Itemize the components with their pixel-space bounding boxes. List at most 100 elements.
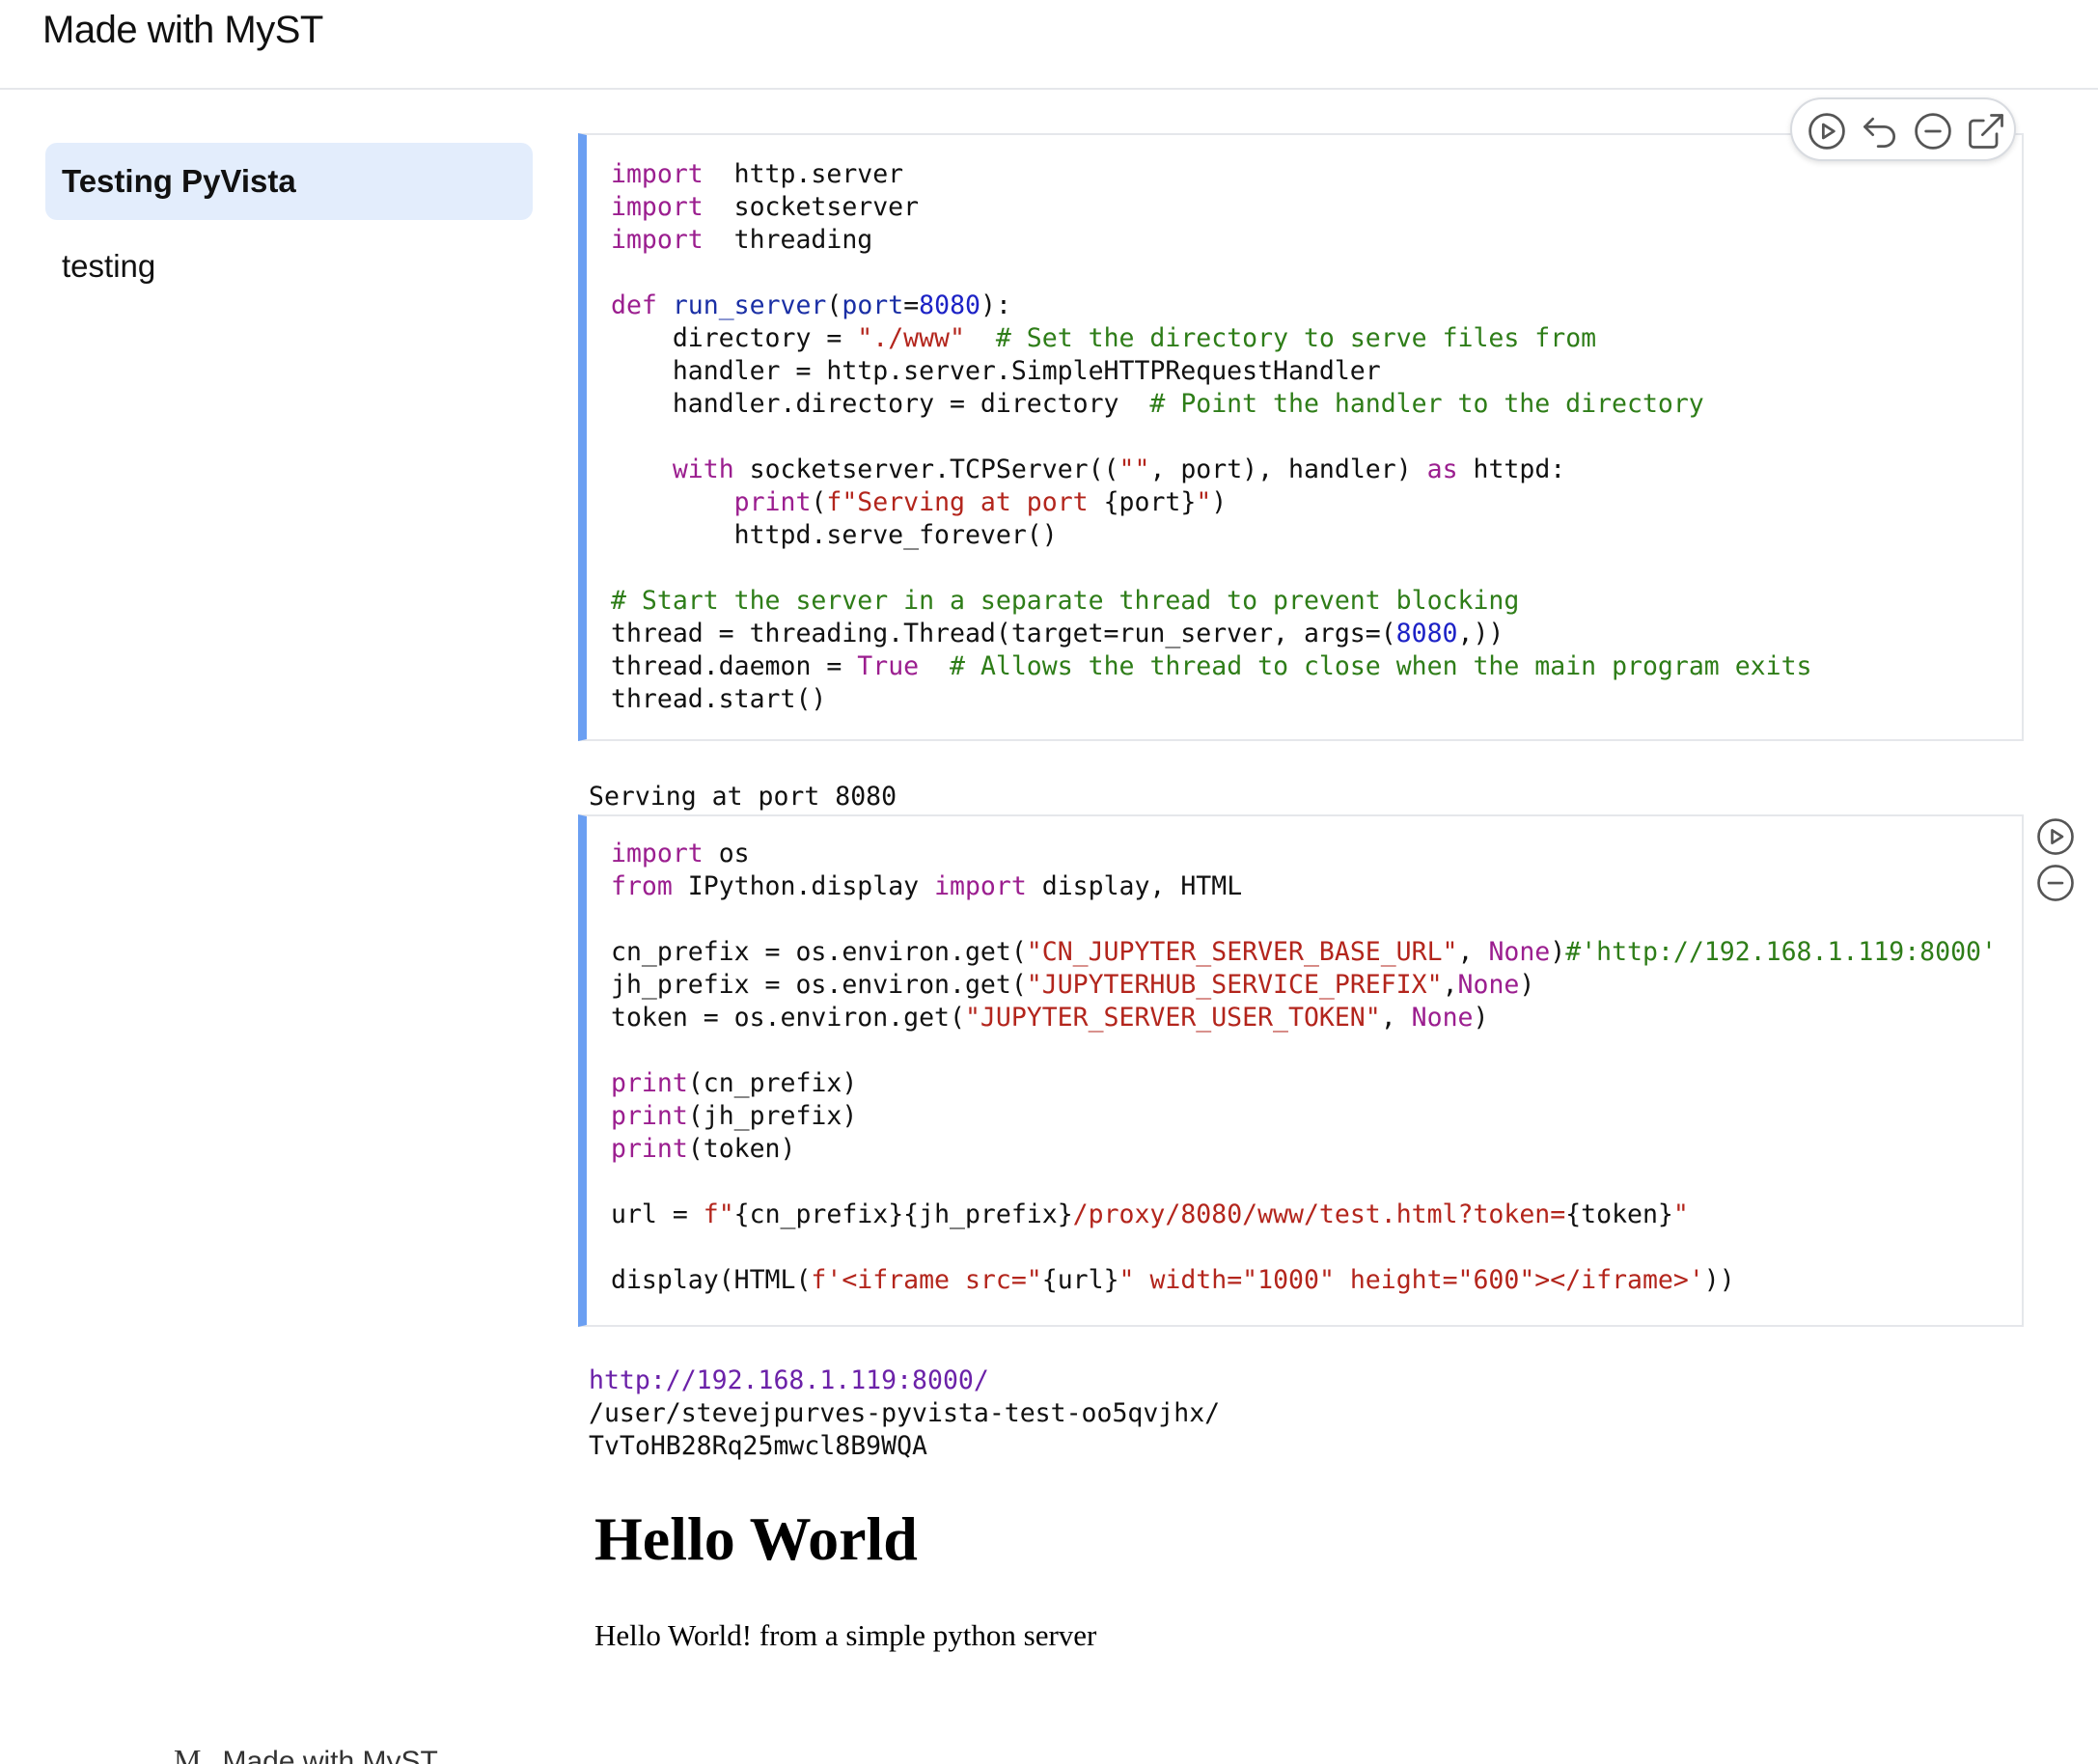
- code-line: handler.directory = directory # Point th…: [611, 388, 1811, 421]
- code-token: {token}: [1565, 1199, 1673, 1229]
- code-token: f"Serving at port: [826, 487, 1104, 517]
- code-token: , port), handler): [1149, 455, 1427, 484]
- code-token: (jh_prefix): [687, 1101, 858, 1131]
- html-output-paragraph: Hello World! from a simple python server: [594, 1618, 1097, 1652]
- code-token: None: [1411, 1003, 1474, 1033]
- code-token: print: [611, 1101, 688, 1131]
- code-token: port: [842, 290, 904, 320]
- code-token: ,: [1380, 1003, 1412, 1033]
- code-token: {url}: [1041, 1265, 1119, 1295]
- code-token: 8080: [919, 290, 980, 320]
- code-cell-2[interactable]: import os from IPython.display import dis…: [578, 814, 2024, 1327]
- code-token: "": [1118, 455, 1150, 484]
- code-token: thread.start(): [611, 684, 827, 714]
- code-line: from IPython.display import display, HTM…: [611, 870, 1997, 903]
- code-line: handler = http.server.SimpleHTTPRequestH…: [611, 355, 1811, 388]
- minus-circle-icon: [2037, 865, 2074, 901]
- code-token: import: [611, 159, 704, 189]
- code-line: import threading: [611, 224, 1811, 257]
- code-token: (cn_prefix): [687, 1068, 858, 1098]
- code-line: jh_prefix = os.environ.get("JUPYTERHUB_S…: [611, 969, 1997, 1002]
- code-token: httpd.serve_forever(): [611, 520, 1058, 550]
- code-token: " width="1000" height="600"></iframe>': [1118, 1265, 1704, 1295]
- top-bar: Made with MyST: [0, 0, 2098, 90]
- code-line: print(token): [611, 1133, 1997, 1166]
- code-token: ,)): [1457, 619, 1504, 648]
- code-token: ,: [1457, 937, 1489, 967]
- open-external-button[interactable]: [1965, 110, 2007, 152]
- code-token: url =: [611, 1199, 704, 1229]
- code-token: "JUPYTER_SERVER_USER_TOKEN": [964, 1003, 1381, 1033]
- code-line: thread.start(): [611, 683, 1811, 716]
- code-line: import socketserver: [611, 191, 1811, 224]
- reset-cell-button[interactable]: [1859, 110, 1901, 152]
- code-token: socketserver.TCPServer((: [733, 455, 1119, 484]
- code-line: import http.server: [611, 158, 1811, 191]
- output-prefix: /user/stevejpurves-pyvista-test-oo5qvjhx…: [589, 1398, 1221, 1428]
- code-token: handler.directory = directory: [611, 389, 1150, 419]
- code-token: import: [611, 839, 704, 868]
- code-token: handler = http.server.SimpleHTTPRequestH…: [611, 356, 1381, 386]
- clear-cell-2-button[interactable]: [2035, 863, 2076, 903]
- code-token: import: [611, 192, 704, 222]
- myst-logo[interactable]: M: [174, 1743, 201, 1764]
- code-token: def: [611, 290, 657, 320]
- footer-label[interactable]: Made with MyST: [222, 1746, 437, 1764]
- code-line: token = os.environ.get("JUPYTER_SERVER_U…: [611, 1002, 1997, 1034]
- footer: M Made with MyST: [174, 1743, 438, 1764]
- code-token: /proxy/8080/www/test.html?token=: [1072, 1199, 1566, 1229]
- code-line: print(cn_prefix): [611, 1067, 1997, 1100]
- clear-output-button[interactable]: [1912, 110, 1954, 152]
- code-token: ): [1519, 970, 1535, 1000]
- sidebar-item-testing-pyvista[interactable]: Testing PyVista: [45, 143, 533, 220]
- site-title[interactable]: Made with MyST: [42, 6, 323, 54]
- code-line: thread.daemon = True # Allows the thread…: [611, 650, 1811, 683]
- code-line: import os: [611, 838, 1997, 870]
- code-token: ": [1196, 487, 1212, 517]
- code-token: thread.daemon =: [611, 651, 858, 681]
- cell-2-output: http://192.168.1.119:8000/ /user/stevejp…: [589, 1364, 1220, 1463]
- code-token: (token): [687, 1134, 796, 1164]
- code-cell-1[interactable]: import http.server import socketserver imp…: [578, 133, 2024, 741]
- run-cell-2-button[interactable]: [2035, 816, 2076, 857]
- code-token: None: [1488, 937, 1551, 967]
- code-token: jh_prefix = os.environ.get(: [611, 970, 1027, 1000]
- code-token: import: [934, 871, 1027, 901]
- code-token: print: [611, 1068, 688, 1098]
- code-token: run_server: [672, 290, 827, 320]
- play-circle-icon: [2037, 818, 2074, 855]
- code-token: "./www": [857, 323, 965, 353]
- code-token: True: [857, 651, 920, 681]
- html-output-heading: Hello World: [594, 1504, 918, 1573]
- undo-icon: [1863, 117, 1896, 148]
- code-line: def run_server(port=8080):: [611, 289, 1811, 322]
- code-token: ):: [980, 290, 1011, 320]
- code-token: ): [1550, 937, 1566, 967]
- code-token: token = os.environ.get(: [611, 1003, 965, 1033]
- code-token: threading: [703, 225, 873, 255]
- code-token: IPython.display: [672, 871, 935, 901]
- code-token: display(HTML(: [611, 1265, 812, 1295]
- code-line: with socketserver.TCPServer(("", port), …: [611, 454, 1811, 486]
- code-token: thread = threading.Thread(target=run_ser…: [611, 619, 1396, 648]
- run-cell-button[interactable]: [1806, 110, 1848, 152]
- sidebar-nav: Testing PyVista testing: [45, 143, 533, 305]
- code-line: # Start the server in a separate thread …: [611, 585, 1811, 618]
- output-url-link[interactable]: http://192.168.1.119:8000/: [589, 1365, 989, 1395]
- cell-1-output: Serving at port 8080: [589, 782, 897, 812]
- code-line: print(f"Serving at port {port}"): [611, 486, 1811, 519]
- code-token: )): [1703, 1265, 1735, 1295]
- code-line: print(jh_prefix): [611, 1100, 1997, 1133]
- output-token: TvToHB28Rq25mwcl8B9WQA: [589, 1431, 927, 1461]
- code-token: # Set the directory to serve files from: [995, 323, 1597, 353]
- code-token: 8080: [1395, 619, 1458, 648]
- sidebar-item-testing[interactable]: testing: [45, 228, 533, 305]
- code-line: httpd.serve_forever(): [611, 519, 1811, 552]
